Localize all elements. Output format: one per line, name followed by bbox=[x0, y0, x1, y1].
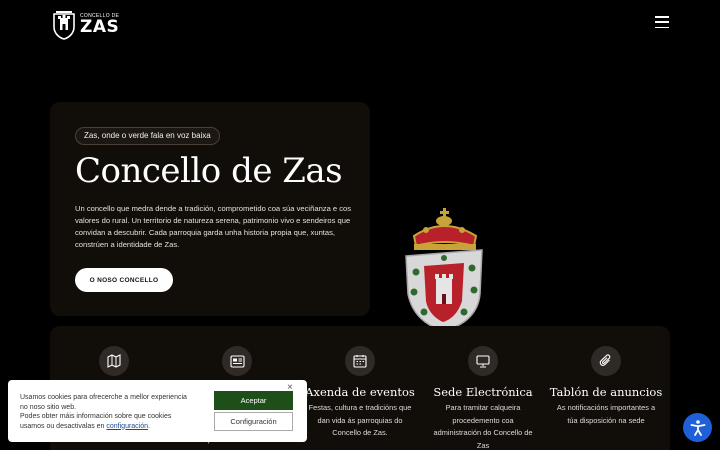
feature-title: Tablón de anuncios bbox=[549, 385, 663, 399]
feature-description: As notificacións importantes a túa dispo… bbox=[556, 403, 656, 425]
coat-of-arms-icon bbox=[405, 208, 483, 331]
feature-notice-board[interactable]: Tablón de anuncios As notificacións impo… bbox=[546, 346, 666, 427]
newspaper-icon bbox=[222, 346, 252, 376]
configure-cookies-button[interactable]: Configuración bbox=[214, 412, 293, 431]
feature-title: Sede Electrónica bbox=[433, 385, 533, 399]
accessibility-icon[interactable] bbox=[683, 413, 712, 442]
page-title: Concello de Zas bbox=[75, 151, 343, 191]
cookie-message: Usamos cookies para ofrecerche a mellor … bbox=[20, 393, 195, 431]
about-council-button[interactable]: O NOSO CONCELLO bbox=[75, 268, 173, 292]
hamburger-menu-icon[interactable] bbox=[655, 16, 669, 28]
hero-tagline: Zas, onde o verde fala en voz baixa bbox=[75, 127, 220, 145]
cookie-line-end: . bbox=[148, 422, 150, 430]
logo-title: ZAS bbox=[80, 17, 120, 37]
feature-description: Para tramitar calqueira procedemento coa… bbox=[433, 403, 533, 450]
cookie-settings-link[interactable]: configuración bbox=[106, 423, 148, 430]
map-icon bbox=[99, 346, 129, 376]
feature-description: Festas, cultura e tradicións que dan vid… bbox=[308, 403, 412, 437]
monitor-icon bbox=[468, 346, 498, 376]
paperclip-icon bbox=[591, 346, 621, 376]
accept-cookies-button[interactable]: Aceptar bbox=[214, 391, 293, 410]
shield-logo-icon bbox=[53, 11, 75, 40]
cookie-line-1: Usamos cookies para ofrecerche a mellor … bbox=[20, 394, 187, 411]
cookie-banner: Usamos cookies para ofrecerche a mellor … bbox=[8, 380, 307, 442]
hero-description: Un concello que medra dende a tradición,… bbox=[75, 204, 352, 249]
calendar-icon bbox=[345, 346, 375, 376]
feature-title: Axenda de eventos bbox=[305, 385, 415, 399]
site-logo[interactable]: CONCELLO DE ZAS bbox=[52, 10, 119, 40]
feature-events[interactable]: Axenda de eventos Festas, cultura e trad… bbox=[300, 346, 420, 440]
feature-e-office[interactable]: Sede Electrónica Para tramitar calqueira… bbox=[423, 346, 543, 450]
